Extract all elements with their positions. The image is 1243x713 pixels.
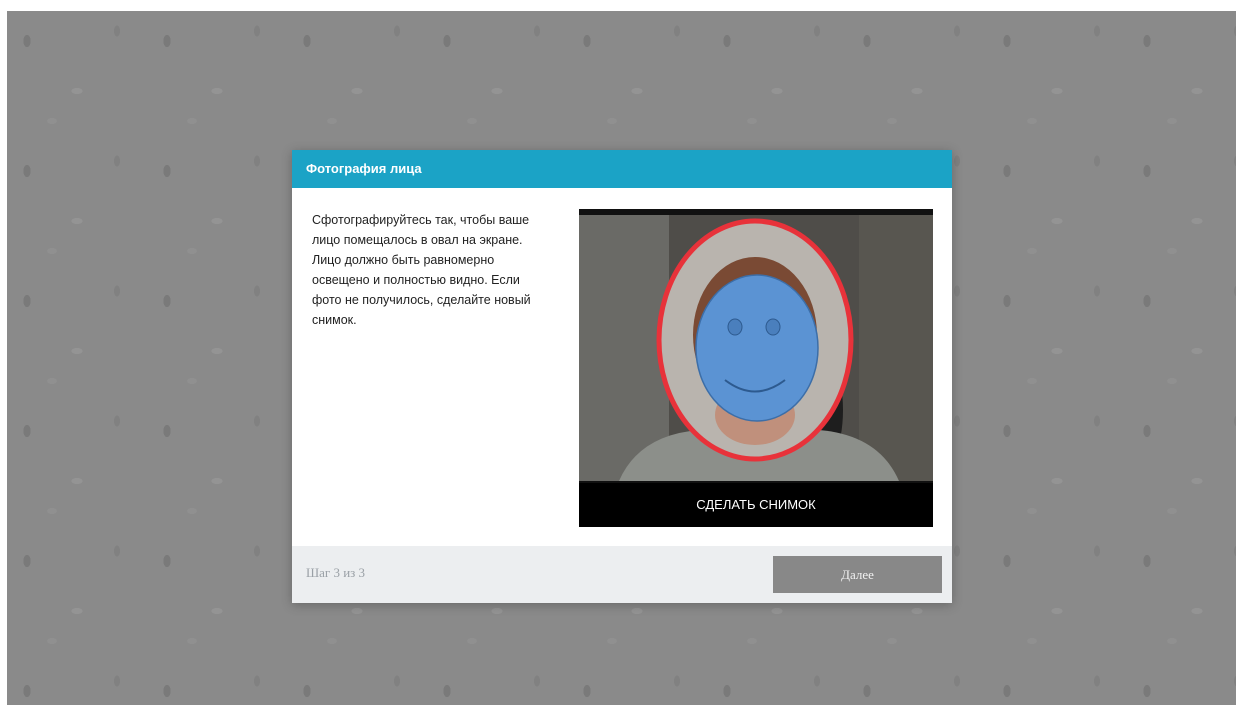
face-photo-dialog: Фотография лица Сфотографируйтесь так, ч… — [292, 150, 952, 603]
step-indicator: Шаг 3 из 3 — [306, 565, 366, 580]
camera-preview: СДЕЛАТЬ СНИМОК — [579, 209, 933, 527]
next-button[interactable]: Далее — [773, 556, 942, 593]
smiley-face-icon — [695, 274, 819, 422]
dialog-footer: Шаг 3 из 3 Далее — [292, 546, 952, 603]
dialog-title: Фотография лица — [292, 150, 952, 188]
instructions-text: Сфотографируйтесь так, чтобы ваше лицо п… — [312, 213, 531, 327]
take-photo-button[interactable]: СДЕЛАТЬ СНИМОК — [579, 483, 933, 527]
camera-feed — [579, 215, 933, 481]
dialog-body: Сфотографируйтесь так, чтобы ваше лицо п… — [292, 188, 952, 546]
